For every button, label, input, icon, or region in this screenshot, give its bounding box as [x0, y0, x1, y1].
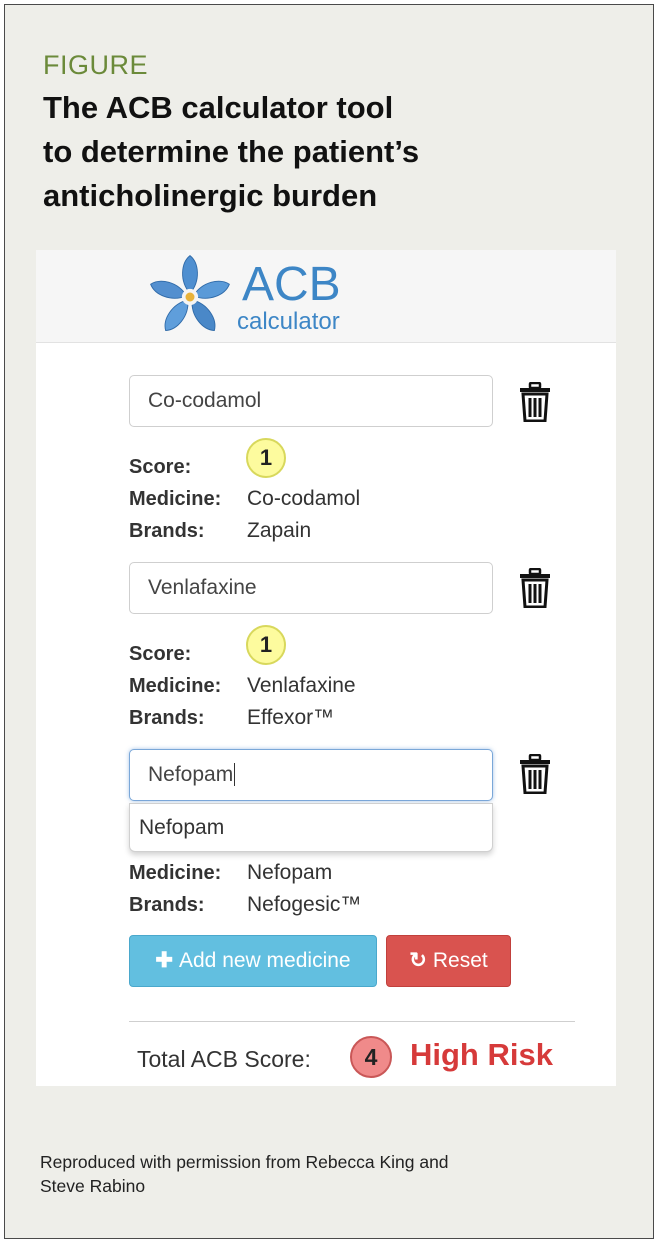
- brands-label: Brands:: [129, 520, 205, 542]
- risk-level: High Risk: [410, 1037, 553, 1072]
- medicine-label: Medicine:: [129, 862, 222, 884]
- figure-title-line: anticholinergic burden: [43, 178, 378, 213]
- add-medicine-label: Add new medicine: [179, 949, 351, 972]
- reset-button[interactable]: ↻ Reset: [386, 935, 511, 987]
- logo-wordmark: ACB: [242, 258, 341, 311]
- flower-logo-icon: [150, 255, 230, 331]
- medicine-input-1[interactable]: Co-codamol: [129, 375, 493, 427]
- caption-line: Reproduced with permission from Rebecca …: [40, 1152, 449, 1172]
- autocomplete-option[interactable]: Nefopam: [139, 816, 224, 840]
- plus-icon: ✚: [155, 949, 173, 972]
- refresh-icon: ↻: [409, 949, 427, 972]
- total-score-badge: 4: [350, 1036, 392, 1078]
- figure-title: The ACB calculator tool to determine the…: [43, 86, 603, 218]
- caption-line: Steve Rabino: [40, 1176, 146, 1196]
- figure-title-line: The ACB calculator tool: [43, 90, 394, 125]
- total-score-label: Total ACB Score:: [137, 1046, 311, 1072]
- divider: [129, 1021, 575, 1022]
- trash-icon[interactable]: [518, 754, 552, 794]
- trash-icon[interactable]: [518, 568, 552, 608]
- score-badge: 1: [246, 438, 286, 478]
- reset-label: Reset: [432, 949, 488, 972]
- figure-title-line: to determine the patient’s: [43, 134, 420, 169]
- medicine-input-value: Nefopam: [148, 763, 234, 786]
- medicine-input-3[interactable]: Nefopam: [129, 749, 493, 801]
- score-badge: 1: [246, 625, 286, 665]
- app-header: ACB calculator: [36, 250, 616, 343]
- trash-icon[interactable]: [518, 382, 552, 422]
- medicine-value: Co-codamol: [247, 487, 361, 510]
- medicine-value: Nefopam: [247, 861, 333, 884]
- brands-value: Nefogesic™: [247, 893, 362, 916]
- medicine-label: Medicine:: [129, 675, 222, 697]
- text-cursor: [234, 763, 236, 786]
- autocomplete-dropdown: Nefopam: [129, 803, 493, 852]
- score-label: Score:: [129, 643, 192, 665]
- brands-label: Brands:: [129, 707, 205, 729]
- brands-value: Zapain: [247, 519, 312, 542]
- medicine-value: Venlafaxine: [247, 674, 356, 697]
- add-medicine-button[interactable]: ✚ Add new medicine: [129, 935, 377, 987]
- figure-label: FIGURE: [43, 50, 149, 80]
- logo-subtitle: calculator: [237, 308, 340, 335]
- acb-calculator-panel: ACB calculator Co-codamol Score: 1 Medic…: [36, 250, 616, 1086]
- medicine-label: Medicine:: [129, 488, 222, 510]
- score-label: Score:: [129, 456, 192, 478]
- medicine-input-2[interactable]: Venlafaxine: [129, 562, 493, 614]
- brands-label: Brands:: [129, 894, 205, 916]
- brands-value: Effexor™: [247, 706, 335, 729]
- figure-caption: Reproduced with permission from Rebecca …: [40, 1150, 580, 1198]
